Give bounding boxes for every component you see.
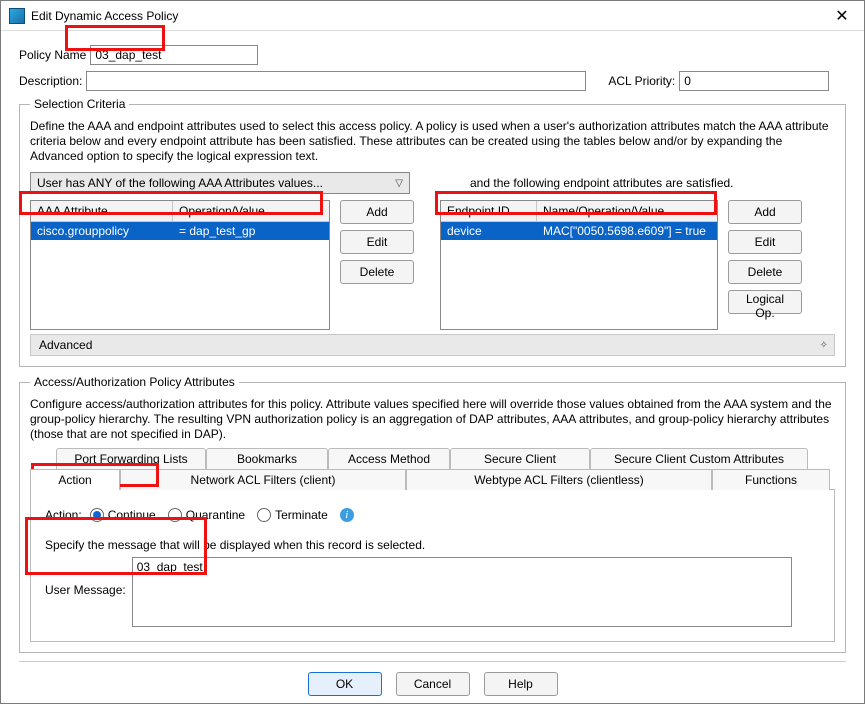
description-label: Description:	[19, 74, 82, 88]
aaa-col-operation: Operation/Value	[173, 201, 329, 221]
chevron-down-icon: ▽	[395, 178, 403, 189]
tab-access-method[interactable]: Access Method	[328, 448, 450, 469]
titlebar: Edit Dynamic Access Policy ✕	[1, 1, 864, 31]
tabs-row-bottom: Action Network ACL Filters (client) Webt…	[30, 469, 835, 490]
ep-col-operation: Name/Operation/Value	[537, 201, 717, 221]
tab-secure-client[interactable]: Secure Client	[450, 448, 590, 469]
acl-priority-input[interactable]	[679, 71, 829, 91]
tab-network-acl[interactable]: Network ACL Filters (client)	[120, 469, 406, 490]
tab-functions[interactable]: Functions	[712, 469, 830, 490]
auth-policy-legend: Access/Authorization Policy Attributes	[30, 375, 239, 389]
aaa-row-selected[interactable]: cisco.grouppolicy = dap_test_gp	[31, 222, 329, 240]
tabs-row-top: Port Forwarding Lists Bookmarks Access M…	[56, 448, 835, 469]
auth-policy-blurb: Configure access/authorization attribute…	[30, 397, 835, 442]
app-icon	[9, 8, 25, 24]
radio-on-icon	[90, 508, 104, 522]
ep-row-val: MAC["0050.5698.e609"] = true	[537, 222, 717, 240]
ep-edit-button[interactable]: Edit	[728, 230, 802, 254]
aaa-row-attr: cisco.grouppolicy	[31, 222, 173, 240]
radio-continue-label: Continue	[108, 508, 156, 522]
help-button[interactable]: Help	[484, 672, 558, 696]
acl-priority-label: ACL Priority:	[608, 74, 675, 88]
tab-webtype-acl[interactable]: Webtype ACL Filters (clientless)	[406, 469, 712, 490]
user-message-textarea[interactable]	[132, 557, 792, 627]
description-input[interactable]	[86, 71, 586, 91]
selection-criteria-blurb: Define the AAA and endpoint attributes u…	[30, 119, 835, 164]
info-icon[interactable]: i	[340, 508, 354, 522]
selection-criteria-legend: Selection Criteria	[30, 97, 129, 111]
radio-terminate-label: Terminate	[275, 508, 328, 522]
ep-row-id: device	[441, 222, 537, 240]
endpoint-buttons: Add Edit Delete Logical Op.	[728, 200, 802, 314]
action-label: Action:	[45, 508, 82, 522]
aaa-add-button[interactable]: Add	[340, 200, 414, 224]
selection-criteria-group: Selection Criteria Define the AAA and en…	[19, 97, 846, 367]
ep-col-id: Endpoint ID	[441, 201, 537, 221]
aaa-attributes-listbox[interactable]: AAA Attribute Operation/Value cisco.grou…	[30, 200, 330, 330]
auth-policy-group: Access/Authorization Policy Attributes C…	[19, 375, 846, 653]
advanced-label: Advanced	[39, 338, 92, 352]
radio-quarantine[interactable]: Quarantine	[168, 508, 245, 522]
tab-action[interactable]: Action	[30, 469, 120, 490]
user-message-hint: Specify the message that will be display…	[45, 538, 820, 553]
aaa-row-val: = dap_test_gp	[173, 222, 329, 240]
aaa-col-attribute: AAA Attribute	[31, 201, 173, 221]
ep-add-button[interactable]: Add	[728, 200, 802, 224]
ep-logical-op-button[interactable]: Logical Op.	[728, 290, 802, 314]
aaa-buttons: Add Edit Delete	[340, 200, 414, 284]
close-icon[interactable]: ✕	[820, 1, 864, 31]
endpoint-attributes-listbox[interactable]: Endpoint ID Name/Operation/Value device …	[440, 200, 718, 330]
aaa-delete-button[interactable]: Delete	[340, 260, 414, 284]
radio-off-icon	[257, 508, 271, 522]
radio-quarantine-label: Quarantine	[186, 508, 245, 522]
cancel-button[interactable]: Cancel	[396, 672, 470, 696]
ep-row-selected[interactable]: device MAC["0050.5698.e609"] = true	[441, 222, 717, 240]
radio-terminate[interactable]: Terminate	[257, 508, 328, 522]
dialog-footer: OK Cancel Help	[19, 661, 846, 710]
tab-secure-client-custom[interactable]: Secure Client Custom Attributes	[590, 448, 808, 469]
radio-off-icon	[168, 508, 182, 522]
tab-bookmarks[interactable]: Bookmarks	[206, 448, 328, 469]
ok-button[interactable]: OK	[308, 672, 382, 696]
endpoint-clause-label: and the following endpoint attributes ar…	[470, 176, 734, 190]
policy-name-label: Policy Name	[19, 48, 86, 62]
advanced-expander[interactable]: Advanced ✧	[30, 334, 835, 356]
tab-action-panel: Action: Continue Quarantine Terminate	[30, 489, 835, 642]
aaa-mode-combobox[interactable]: User has ANY of the following AAA Attrib…	[30, 172, 410, 194]
aaa-mode-value: User has ANY of the following AAA Attrib…	[37, 176, 323, 190]
radio-continue[interactable]: Continue	[90, 508, 156, 522]
aaa-edit-button[interactable]: Edit	[340, 230, 414, 254]
double-chevron-down-icon: ✧	[820, 340, 826, 351]
window-title: Edit Dynamic Access Policy	[31, 9, 812, 23]
tab-port-forwarding[interactable]: Port Forwarding Lists	[56, 448, 206, 469]
ep-delete-button[interactable]: Delete	[728, 260, 802, 284]
user-message-label: User Message:	[45, 557, 126, 597]
policy-name-input[interactable]	[90, 45, 258, 65]
